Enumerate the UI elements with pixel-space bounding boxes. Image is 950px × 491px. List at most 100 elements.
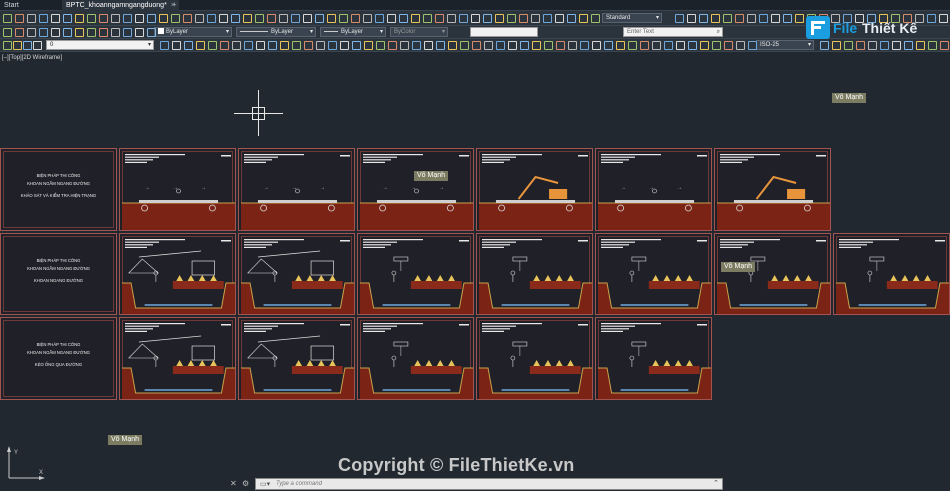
dim-style-dropdown[interactable]: ISO-25 ▾ — [756, 40, 814, 50]
toolbar-tool-icon[interactable] — [567, 14, 576, 23]
toolbar-tool-icon[interactable] — [687, 14, 696, 23]
search-icon[interactable]: ⌕ — [717, 28, 720, 36]
toolbar-tool-icon[interactable] — [183, 14, 192, 23]
toolbar-tool-icon[interactable] — [207, 14, 216, 23]
drawing-sheet[interactable] — [238, 317, 355, 400]
toolbar-tool-icon[interactable] — [303, 14, 312, 23]
toolbar-tool-icon[interactable] — [555, 14, 564, 23]
toolbar-tool-icon[interactable] — [940, 41, 949, 50]
toolbar-tool-icon[interactable] — [244, 41, 253, 50]
toolbar-tool-icon[interactable] — [267, 14, 276, 23]
text-style-dropdown[interactable]: Standard ▾ — [602, 13, 662, 23]
toolbar-tool-icon[interactable] — [184, 41, 193, 50]
toolbar-tool-icon[interactable] — [375, 14, 384, 23]
toolbar-tool-icon[interactable] — [220, 41, 229, 50]
toolbar-tool-icon[interactable] — [747, 14, 756, 23]
toolbar-tool-icon[interactable] — [771, 14, 780, 23]
title-sheet[interactable]: BIỆN PHÁP THI CÔNG KHOAN NGẦM NGANG ĐƯỜNG… — [0, 317, 117, 400]
toolbar-tool-icon[interactable] — [196, 41, 205, 50]
toolbar-tool-icon[interactable] — [171, 14, 180, 23]
toolbar-tool-icon[interactable] — [340, 41, 349, 50]
drawing-sheet[interactable] — [595, 317, 712, 400]
lineweight-dropdown[interactable]: ByLayer ▾ — [320, 27, 386, 37]
toolbar-tool-icon[interactable] — [483, 14, 492, 23]
drawing-sheet[interactable] — [119, 233, 236, 315]
wrench-icon[interactable]: ⚙ — [242, 479, 249, 488]
toolbar-tool-icon[interactable] — [531, 14, 540, 23]
toolbar-tool-icon[interactable] — [39, 14, 48, 23]
toolbar-tool-icon[interactable] — [508, 41, 517, 50]
toolbar-tool-icon[interactable] — [543, 14, 552, 23]
drawing-sheet[interactable] — [595, 233, 712, 315]
toolbar-tool-icon[interactable] — [507, 14, 516, 23]
toolbar-tool-icon[interactable] — [471, 14, 480, 23]
toolbar-tool-icon[interactable] — [424, 41, 433, 50]
toolbar-tool-icon[interactable] — [628, 41, 637, 50]
toolbar-tool-icon[interactable] — [51, 28, 60, 37]
toolbar-tool-icon[interactable] — [123, 28, 132, 37]
toolbar-tool-icon[interactable] — [208, 41, 217, 50]
toolbar-tool-icon[interactable] — [604, 41, 613, 50]
toolbar-tool-icon[interactable] — [255, 14, 264, 23]
toolbar-tool-icon[interactable] — [616, 41, 625, 50]
toolbar-tool-icon[interactable] — [460, 41, 469, 50]
title-sheet[interactable]: BIỆN PHÁP THI CÔNG KHOAN NGẦM NGANG ĐƯỜNG… — [0, 148, 117, 231]
toolbar-tool-icon[interactable] — [231, 14, 240, 23]
toolbar-tool-icon[interactable] — [904, 41, 913, 50]
toolbar-tool-icon[interactable] — [735, 14, 744, 23]
drawing-sheet[interactable]: → → → Võ Mạnh — [357, 148, 474, 231]
toolbar-tool-icon[interactable] — [675, 14, 684, 23]
toolbar-tool-icon[interactable] — [195, 14, 204, 23]
toolbar-tool-icon[interactable] — [579, 14, 588, 23]
toolbar-tool-icon[interactable] — [736, 41, 745, 50]
chevron-up-icon[interactable]: ⌃ — [713, 479, 719, 487]
toolbar-tool-icon[interactable] — [13, 41, 22, 50]
toolbar-tool-icon[interactable] — [832, 41, 841, 50]
toolbar-tool-icon[interactable] — [339, 14, 348, 23]
toolbar-tool-icon[interactable] — [147, 14, 156, 23]
toolbar-tool-icon[interactable] — [712, 41, 721, 50]
toolbar-tool-icon[interactable] — [868, 41, 877, 50]
toolbar-tool-icon[interactable] — [412, 41, 421, 50]
toolbar-tool-icon[interactable] — [363, 14, 372, 23]
toolbar-tool-icon[interactable] — [484, 41, 493, 50]
plotstyle-dropdown[interactable]: ByColor ▾ — [390, 27, 448, 37]
toolbar-tool-icon[interactable] — [388, 41, 397, 50]
command-line-tools[interactable]: ✕ ⚙ — [230, 479, 249, 488]
toolbar-tool-icon[interactable] — [652, 41, 661, 50]
toolbar-tool-icon[interactable] — [400, 41, 409, 50]
toolbar-tool-icon[interactable] — [232, 41, 241, 50]
toolbar-tool-icon[interactable] — [544, 41, 553, 50]
toolbar-tool-icon[interactable] — [291, 14, 300, 23]
toolbar-tool-icon[interactable] — [411, 14, 420, 23]
toolbar-tool-icon[interactable] — [352, 41, 361, 50]
toolbar-tool-icon[interactable] — [63, 14, 72, 23]
drawing-sheet[interactable] — [476, 233, 593, 315]
drawing-sheet[interactable]: → → → — [238, 148, 355, 231]
close-icon[interactable]: ✕ — [230, 479, 237, 488]
toolbar-tool-icon[interactable] — [532, 41, 541, 50]
toolbar-tool-icon[interactable] — [580, 41, 589, 50]
tab-start[interactable]: Start — [0, 0, 23, 11]
toolbar-tool-icon[interactable] — [111, 28, 120, 37]
toolbar-tool-icon[interactable] — [519, 14, 528, 23]
drawing-sheet[interactable] — [833, 233, 950, 315]
toolbar-tool-icon[interactable] — [495, 14, 504, 23]
toolbar-tool-icon[interactable] — [328, 41, 337, 50]
toolbar-tool-icon[interactable] — [844, 41, 853, 50]
drawing-sheet[interactable] — [119, 317, 236, 400]
toolbar-tool-icon[interactable] — [51, 14, 60, 23]
viewport-controls[interactable]: [–][Top][2D Wireframe] — [2, 55, 62, 61]
search-input[interactable]: Enter Text ⌕ — [623, 27, 723, 37]
toolbar-tool-icon[interactable] — [664, 41, 673, 50]
toolbar-tool-icon[interactable] — [39, 28, 48, 37]
drawing-sheet[interactable]: → → → — [119, 148, 236, 231]
toolbar-tool-icon[interactable] — [376, 41, 385, 50]
toolbar-tool-icon[interactable] — [3, 28, 12, 37]
drawing-sheet[interactable] — [714, 148, 831, 231]
toolbar-tool-icon[interactable] — [351, 14, 360, 23]
toolbar-tool-icon[interactable] — [387, 14, 396, 23]
new-tab-button[interactable]: + — [172, 0, 177, 10]
toolbar-tool-icon[interactable] — [447, 14, 456, 23]
toolbar-tool-icon[interactable] — [496, 41, 505, 50]
